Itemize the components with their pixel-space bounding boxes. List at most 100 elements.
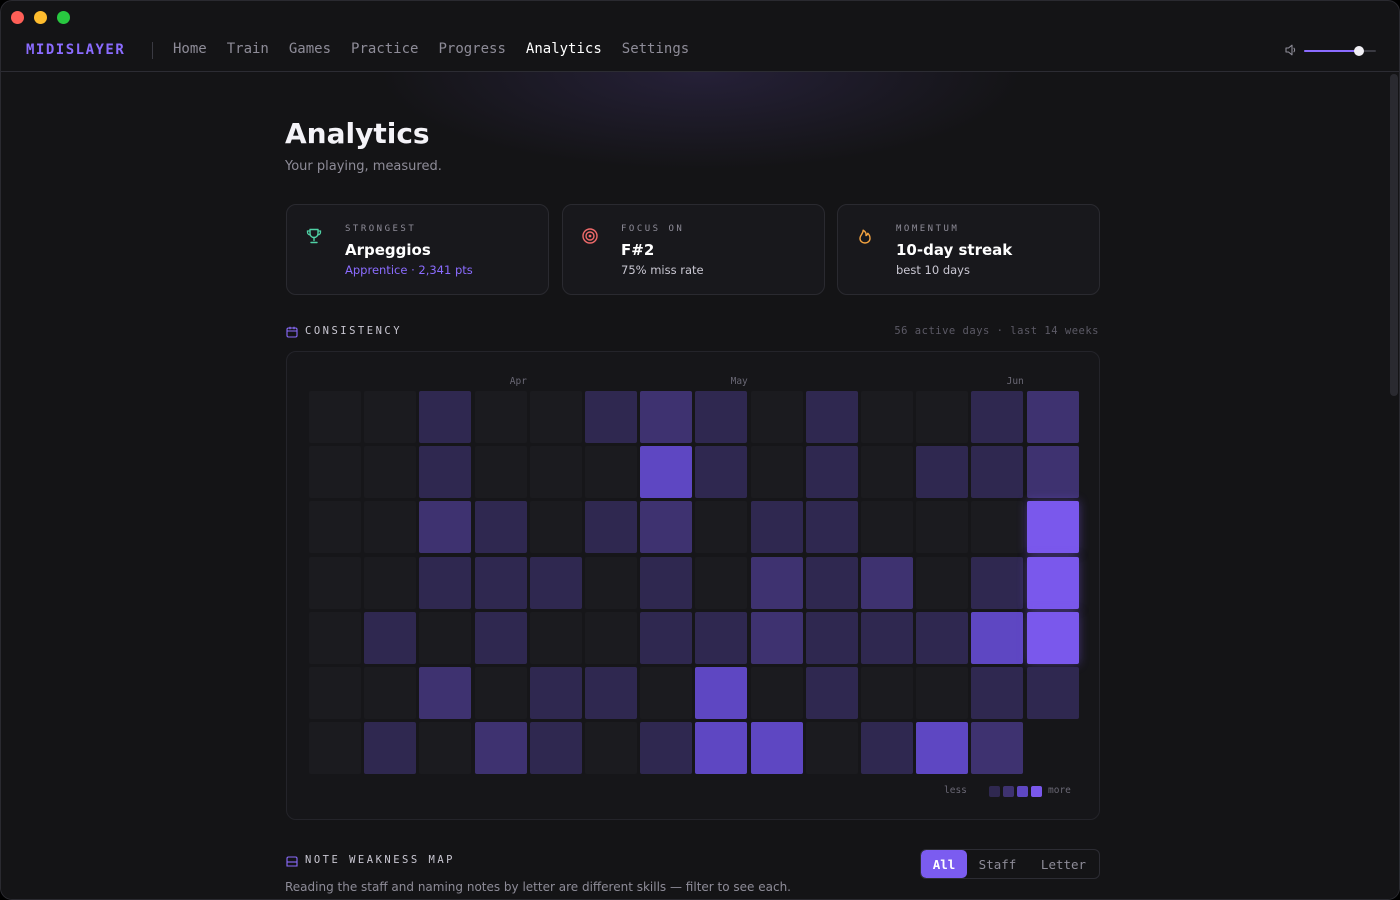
heatmap-cell[interactable]: [805, 391, 858, 443]
heatmap-cell[interactable]: [750, 391, 803, 443]
heatmap-cell[interactable]: [529, 501, 582, 554]
heatmap-cell[interactable]: [640, 611, 693, 664]
heatmap-cell[interactable]: [309, 501, 361, 554]
nav-link-settings[interactable]: Settings: [622, 41, 689, 57]
heatmap-cell[interactable]: [805, 611, 858, 664]
heatmap-cell[interactable]: [916, 501, 969, 554]
heatmap-cell[interactable]: [529, 446, 582, 499]
nav-link-practice[interactable]: Practice: [351, 41, 418, 57]
heatmap-cell[interactable]: [750, 722, 803, 775]
heatmap-cell[interactable]: [750, 667, 803, 719]
heatmap-cell[interactable]: [1026, 391, 1079, 443]
heatmap-cell[interactable]: [916, 391, 969, 443]
heatmap-cell[interactable]: [640, 501, 693, 554]
heatmap-cell[interactable]: [474, 501, 527, 554]
heatmap-cell[interactable]: [474, 722, 527, 775]
heatmap-cell[interactable]: [916, 722, 969, 775]
heatmap-cell[interactable]: [585, 556, 637, 609]
heatmap-cell[interactable]: [1026, 667, 1079, 719]
heatmap-cell[interactable]: [861, 391, 913, 443]
heatmap-cell[interactable]: [750, 501, 803, 554]
heatmap-cell[interactable]: [916, 556, 969, 609]
volume-icon[interactable]: [1284, 43, 1298, 57]
heatmap-cell[interactable]: [695, 501, 748, 554]
heatmap-cell[interactable]: [805, 722, 858, 775]
heatmap-cell[interactable]: [529, 556, 582, 609]
filter-letter-button[interactable]: Letter: [1028, 850, 1099, 878]
heatmap-cell[interactable]: [750, 446, 803, 499]
volume-slider[interactable]: [1304, 46, 1376, 56]
heatmap-cell[interactable]: [364, 446, 417, 499]
heatmap-cell[interactable]: [529, 391, 582, 443]
heatmap-cell[interactable]: [364, 611, 417, 664]
heatmap-cell[interactable]: [364, 667, 417, 719]
heatmap-cell[interactable]: [474, 391, 527, 443]
close-window-button[interactable]: [11, 11, 24, 24]
nav-link-train[interactable]: Train: [227, 41, 269, 57]
heatmap-cell[interactable]: [309, 722, 361, 775]
heatmap-cell[interactable]: [585, 611, 637, 664]
heatmap-cell[interactable]: [585, 391, 637, 443]
heatmap-cell[interactable]: [861, 722, 913, 775]
heatmap-cell[interactable]: [640, 556, 693, 609]
nav-link-games[interactable]: Games: [289, 41, 331, 57]
heatmap-cell[interactable]: [861, 446, 913, 499]
heatmap-cell[interactable]: [861, 501, 913, 554]
nav-link-analytics[interactable]: Analytics: [526, 41, 602, 57]
heatmap-cell[interactable]: [916, 446, 969, 499]
heatmap-cell[interactable]: [861, 611, 913, 664]
filter-all-button[interactable]: All: [921, 850, 967, 878]
heatmap-cell[interactable]: [1026, 501, 1079, 554]
heatmap-cell[interactable]: [640, 446, 693, 499]
heatmap-cell[interactable]: [1026, 611, 1079, 664]
heatmap-cell[interactable]: [971, 446, 1024, 499]
minimize-window-button[interactable]: [34, 11, 47, 24]
heatmap-cell[interactable]: [585, 446, 637, 499]
heatmap-cell[interactable]: [695, 391, 748, 443]
heatmap-cell[interactable]: [640, 722, 693, 775]
heatmap-cell[interactable]: [971, 501, 1024, 554]
heatmap-cell[interactable]: [364, 391, 417, 443]
heatmap-cell[interactable]: [309, 446, 361, 499]
heatmap-cell[interactable]: [805, 446, 858, 499]
heatmap-cell[interactable]: [916, 667, 969, 719]
brand-logo[interactable]: MIDISLAYER: [26, 42, 125, 58]
heatmap-cell[interactable]: [309, 391, 361, 443]
heatmap-cell[interactable]: [419, 446, 472, 499]
volume-slider-handle[interactable]: [1354, 46, 1365, 56]
zoom-window-button[interactable]: [57, 11, 70, 24]
heatmap-cell[interactable]: [364, 722, 417, 775]
heatmap-cell[interactable]: [419, 722, 472, 775]
heatmap-cell[interactable]: [585, 722, 637, 775]
heatmap-cell[interactable]: [861, 667, 913, 719]
heatmap-cell[interactable]: [419, 556, 472, 609]
heatmap-cell[interactable]: [364, 501, 417, 554]
heatmap-cell[interactable]: [309, 611, 361, 664]
nav-link-progress[interactable]: Progress: [438, 41, 505, 57]
heatmap-cell[interactable]: [695, 667, 748, 719]
heatmap-cell[interactable]: [971, 556, 1024, 609]
heatmap-cell[interactable]: [529, 667, 582, 719]
heatmap-cell[interactable]: [916, 611, 969, 664]
heatmap-cell[interactable]: [585, 667, 637, 719]
heatmap-cell[interactable]: [750, 611, 803, 664]
heatmap-cell[interactable]: [419, 501, 472, 554]
heatmap-cell[interactable]: [640, 667, 693, 719]
heatmap-cell[interactable]: [695, 556, 748, 609]
heatmap-cell[interactable]: [474, 667, 527, 719]
heatmap-cell[interactable]: [805, 556, 858, 609]
heatmap-cell[interactable]: [419, 611, 472, 664]
heatmap-cell[interactable]: [529, 722, 582, 775]
nav-link-home[interactable]: Home: [173, 41, 207, 57]
heatmap-cell[interactable]: [695, 611, 748, 664]
heatmap-cell[interactable]: [585, 501, 637, 554]
heatmap-cell[interactable]: [1026, 446, 1079, 499]
heatmap-cell[interactable]: [695, 722, 748, 775]
heatmap-cell[interactable]: [364, 556, 417, 609]
heatmap-cell[interactable]: [805, 667, 858, 719]
heatmap-cell[interactable]: [529, 611, 582, 664]
heatmap-cell[interactable]: [971, 391, 1024, 443]
heatmap-cell[interactable]: [474, 611, 527, 664]
filter-staff-button[interactable]: Staff: [967, 850, 1028, 878]
heatmap-cell[interactable]: [971, 611, 1024, 664]
